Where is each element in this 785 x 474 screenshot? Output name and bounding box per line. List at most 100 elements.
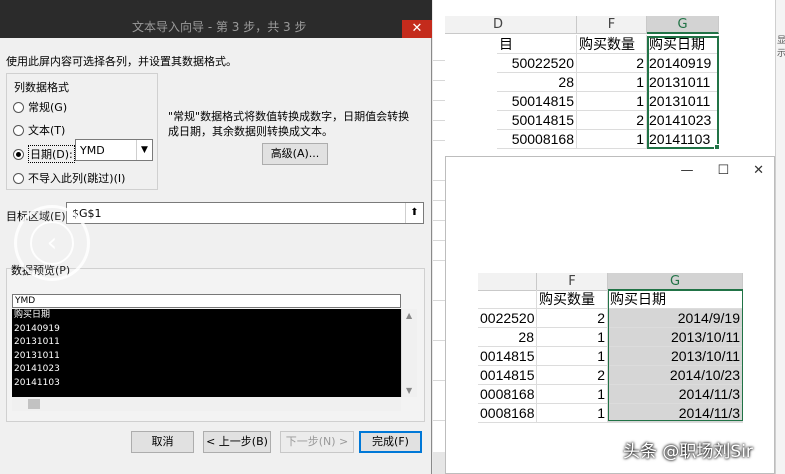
radio-general-label: 常规(G) [28,101,68,114]
preview-row: 购买日期 [14,310,51,320]
dialog-title: 文本导入向导 - 第 3 步，共 3 步 [132,20,307,34]
table-cell[interactable]: 1 [577,73,647,92]
table-cell[interactable]: 0014815 [478,347,537,366]
table-cell[interactable]: 2 [577,54,647,73]
column-header-f[interactable]: F [537,273,608,291]
radio-date[interactable]: 日期(D): [13,145,75,163]
destination-input[interactable]: $G$1 ⬆ [66,202,424,224]
column-format-group: 列数据格式 常规(G) 文本(T) 日期(D): 不导入此列(跳过)(I) [6,73,158,190]
table-cell[interactable]: 2014/11/3 [608,385,743,404]
radio-skip-label: 不导入此列(跳过)(I) [28,172,126,185]
table-cell[interactable]: 50022520 [497,54,577,73]
table-cell[interactable]: 1 [537,328,608,347]
back-navigation-overlay[interactable]: ‹ [14,205,90,281]
radio-date-indicator[interactable] [13,148,24,160]
scroll-down-icon[interactable]: ▼ [406,386,412,395]
radio-skip[interactable]: 不导入此列(跳过)(I) [13,170,125,186]
scroll-up-icon[interactable]: ▲ [406,311,412,320]
table-cell[interactable]: 0008168 [478,385,537,404]
window-controls: — ☐ ✕ [680,163,764,178]
table-cell[interactable]: 50008168 [497,130,577,149]
table-cell[interactable]: 2014/11/3 [608,404,743,423]
table-cell[interactable]: 20141103 [647,130,719,149]
table-cell[interactable]: 0014815 [478,366,537,385]
radio-text-label: 文本(T) [28,124,66,137]
table-cell[interactable]: 20131011 [647,92,719,111]
general-format-note: "常规"数据格式将数值转换成数字，日期值会转换成日期，其余数据则转换成文本。 [168,110,410,138]
preview-vertical-scrollbar[interactable]: ▲ ▼ [401,309,417,397]
column-header-g[interactable]: G [647,16,719,34]
cancel-button[interactable]: 取消 [131,431,194,453]
table-cell[interactable] [478,290,537,309]
table-cell[interactable]: 1 [537,347,608,366]
back-button[interactable]: < 上一步(B) [203,431,271,453]
background-strip-bottom [433,452,445,474]
date-format-value: YMD [80,144,105,157]
scroll-thumb[interactable] [28,399,40,409]
dialog-titlebar: 文本导入向导 - 第 3 步，共 3 步 ✕ [0,0,432,38]
radio-date-label: 日期(D): [28,145,75,163]
preview-row: 20141103 [14,377,60,388]
table-cell[interactable]: 1 [537,385,608,404]
advanced-button[interactable]: 高级(A)... [262,143,328,165]
background-sheet-strip [433,0,445,474]
collapse-dialog-icon[interactable]: ⬆ [405,203,423,223]
ribbon-edge-label: 显示 [777,36,785,59]
finish-button[interactable]: 完成(F) [359,431,422,453]
radio-text[interactable]: 文本(T) [13,122,65,138]
table-cell[interactable]: 28 [497,73,577,92]
table-cell[interactable]: 28 [478,328,537,347]
text-import-wizard-dialog: 文本导入向导 - 第 3 步，共 3 步 ✕ 使用此屏内容可选择各列，并设置其数… [0,0,432,474]
preview-column-data[interactable]: 购买日期 20140919 20131011 20131011 20141023… [12,309,401,397]
table-cell[interactable]: 20131011 [647,73,719,92]
chevron-left-icon[interactable]: ‹ [30,221,74,265]
table-cell[interactable]: 0022520 [478,309,537,328]
column-header-d[interactable]: D [445,16,577,34]
maximize-icon[interactable]: ☐ [717,163,729,178]
fill-handle[interactable] [714,144,720,150]
date-format-select[interactable]: YMD ▼ [75,139,153,161]
watermark: 头条 @职场刘Sir [623,442,753,462]
table-cell[interactable]: 20140919 [647,54,719,73]
radio-general[interactable]: 常规(G) [13,99,67,115]
minimize-icon[interactable]: — [680,163,693,178]
preview-row: 20141023 [14,364,60,374]
table-cell[interactable]: 2013/10/11 [608,328,743,347]
table-cell[interactable]: 1 [537,404,608,423]
table-cell[interactable]: 购买数量 [537,290,608,309]
column-header-e[interactable] [478,273,537,291]
table-cell[interactable]: 2 [537,309,608,328]
table-cell[interactable]: 目 [497,35,577,54]
table-cell[interactable]: 2014/9/19 [608,309,743,328]
column-header-f[interactable]: F [577,16,647,34]
table-cell[interactable]: 50014815 [497,92,577,111]
preview-column-header[interactable]: YMD [12,294,401,308]
column-header-g[interactable]: G [608,273,743,291]
table-cell[interactable]: 2 [577,111,647,130]
preview-row: 20140919 [14,323,60,334]
table-cell[interactable]: 2 [537,366,608,385]
radio-text-indicator[interactable] [13,124,24,136]
table-cell[interactable]: 1 [577,130,647,149]
ribbon-edge: 显示 [775,0,785,474]
table-cell[interactable]: 2013/10/11 [608,347,743,366]
chevron-down-icon[interactable]: ▼ [136,140,152,160]
table-cell[interactable]: 购买日期 [647,35,719,54]
close-icon[interactable]: ✕ [753,163,764,178]
table-cell[interactable]: 2014/10/23 [608,366,743,385]
next-button[interactable]: 下一步(N) > [280,431,354,453]
instruction-text: 使用此屏内容可选择各列，并设置其数据格式。 [6,55,237,68]
table-cell[interactable]: 1 [577,92,647,111]
preview-row: 20131011 [14,350,60,361]
close-icon[interactable]: ✕ [402,20,432,38]
radio-skip-indicator[interactable] [13,172,24,184]
preview-horizontal-scrollbar[interactable] [12,397,401,411]
column-format-title: 列数据格式 [12,79,71,95]
preview-row: 20131011 [14,337,60,347]
table-cell[interactable]: 20141023 [647,111,719,130]
table-cell[interactable]: 购买日期 [608,290,743,309]
table-cell[interactable]: 0008168 [478,404,537,423]
table-cell[interactable]: 50014815 [497,111,577,130]
table-cell[interactable]: 购买数量 [577,35,647,54]
radio-general-indicator[interactable] [13,101,24,113]
